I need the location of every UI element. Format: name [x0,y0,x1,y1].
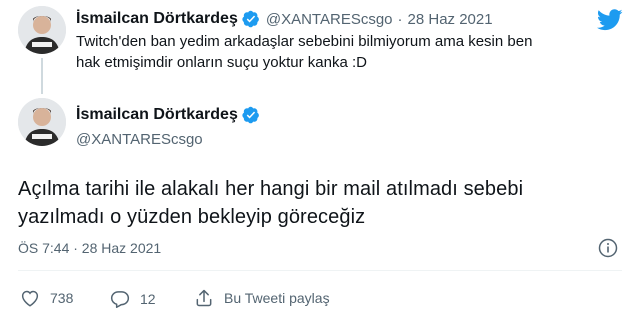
reply-count: 12 [140,290,156,307]
share-icon [196,289,212,307]
quoted-text-line-2: hak etmişimdir onların suçu yoktur kanka… [76,54,367,71]
quoted-avatar[interactable] [18,6,66,54]
reply-icon [110,291,130,308]
reply-button[interactable]: 12 [110,289,156,308]
like-count: 738 [50,290,74,306]
author-avatar[interactable] [18,98,66,146]
thread-connector [41,58,43,94]
share-label: Bu Tweeti paylaş [224,290,330,306]
tweet-timestamp[interactable]: ÖS 7:44 · 28 Haz 2021 [18,240,161,256]
share-button[interactable]: Bu Tweeti paylaş [194,288,330,308]
heart-icon [21,290,39,307]
tweet-text: Açılma tarihi ile alakalı her hangi bir … [18,175,618,231]
author-handle[interactable]: @XANTAREScsgo [76,131,203,148]
like-button[interactable]: 738 [20,289,73,307]
author-header: İsmailcan Dörtkardeş [76,106,260,124]
quoted-tweet-text: Twitch'den ban yedim arkadaşlar sebebini… [76,31,616,73]
info-icon[interactable] [598,238,618,263]
quoted-header: İsmailcan Dörtkardeş @XANTAREScsgo · 28 … [76,10,493,28]
author-name[interactable]: İsmailcan Dörtkardeş [76,106,238,124]
tweet-text-line-1: Açılma tarihi ile alakalı her hangi bir … [18,178,524,200]
tweet-text-line-2: yazılmadı o yüzden bekleyip göreceğiz [18,206,366,228]
quoted-author-name[interactable]: İsmailcan Dörtkardeş [76,10,238,28]
quoted-date[interactable]: 28 Haz 2021 [408,11,493,28]
quoted-handle[interactable]: @XANTAREScsgo [266,11,393,28]
dot-separator: · [397,10,403,28]
verified-badge-icon [242,10,260,28]
divider [18,270,622,271]
verified-badge-icon [242,106,260,124]
quoted-text-line-1: Twitch'den ban yedim arkadaşlar sebebini… [76,33,533,50]
